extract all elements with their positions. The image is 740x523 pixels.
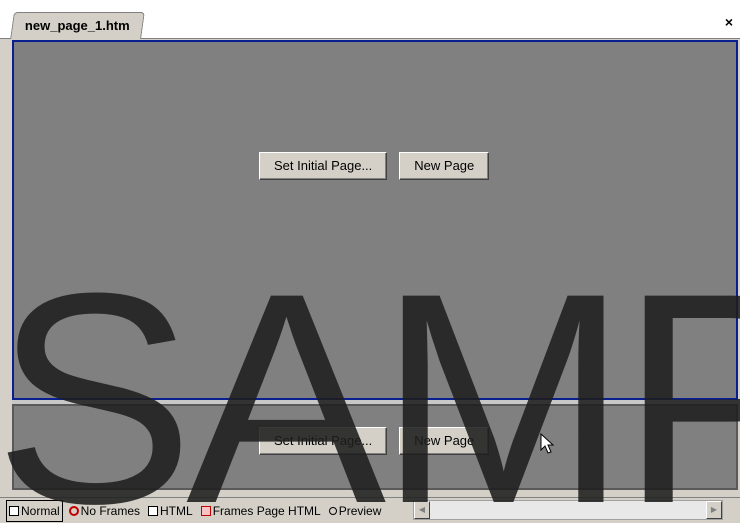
no-frames-icon (68, 506, 79, 516)
view-tab-label: No Frames (80, 504, 141, 518)
view-tab-label: Normal (21, 504, 60, 518)
html-view-icon (148, 506, 159, 516)
view-tab-no-frames[interactable]: No Frames (67, 501, 142, 521)
view-tab-label: Frames Page HTML (212, 504, 321, 518)
scroll-left-arrow-icon[interactable]: ◀ (414, 501, 430, 519)
view-tab-normal[interactable]: Normal (6, 500, 63, 522)
bottom-set-initial-page-button[interactable]: Set Initial Page... (259, 427, 388, 455)
mouse-pointer-icon (540, 433, 555, 454)
document-tab[interactable]: new_page_1.htm (10, 12, 145, 39)
normal-view-icon (9, 506, 19, 516)
top-frame[interactable]: Set Initial Page... New Page (12, 40, 738, 400)
document-tab-bar: new_page_1.htm × (0, 0, 740, 39)
frames-page-html-icon (200, 506, 211, 516)
close-document-icon[interactable]: × (722, 14, 736, 30)
view-tab-preview[interactable]: Preview (327, 501, 384, 521)
top-frame-button-row: Set Initial Page... New Page (259, 152, 490, 180)
top-set-initial-page-button[interactable]: Set Initial Page... (259, 152, 388, 180)
scroll-right-arrow-icon[interactable]: ▶ (706, 501, 722, 519)
bottom-new-page-button[interactable]: New Page (399, 427, 490, 455)
view-tab-label: Preview (338, 504, 382, 518)
view-tab-label: HTML (160, 504, 193, 518)
view-tab-html[interactable]: HTML (146, 501, 195, 521)
frontpage-editor-window: new_page_1.htm × Set Initial Page... New… (0, 0, 740, 523)
bottom-frame-button-row: Set Initial Page... New Page (259, 427, 490, 455)
horizontal-scrollbar[interactable]: ◀ ▶ (413, 500, 723, 520)
document-tab-label: new_page_1.htm (24, 18, 130, 33)
bottom-frame[interactable]: Set Initial Page... New Page (12, 404, 738, 490)
preview-icon (328, 507, 337, 515)
view-tab-frames-page-html[interactable]: Frames Page HTML (199, 501, 323, 521)
top-new-page-button[interactable]: New Page (399, 152, 490, 180)
